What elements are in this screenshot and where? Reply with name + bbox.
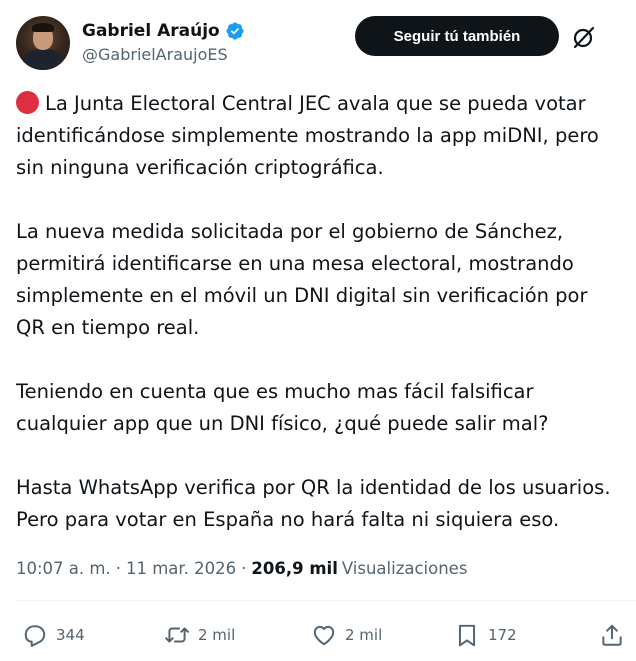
like-button[interactable]: 2 mil	[311, 618, 382, 652]
tweet-line: Teniendo en cuenta que es mucho mas fáci…	[16, 380, 534, 403]
repost-icon	[165, 627, 189, 643]
repost-count: 2 mil	[198, 626, 236, 644]
bookmark-count: 172	[488, 626, 517, 644]
tweet-line: La nueva medida solicitada por el gobier…	[16, 220, 564, 243]
author-display-name[interactable]: Gabriel Araújo	[82, 21, 220, 41]
tweet-date[interactable]: 11 mar. 2026	[126, 559, 236, 578]
tweet-line: La Junta Electoral Central JEC avala que…	[16, 88, 632, 120]
reply-button[interactable]: 344	[22, 618, 85, 652]
share-icon	[602, 624, 622, 646]
reply-icon	[24, 625, 46, 647]
tweet-line: permitirá identificarse en una mesa elec…	[16, 252, 574, 275]
bookmark-button[interactable]: 172	[454, 618, 517, 652]
grok-icon[interactable]	[571, 24, 597, 50]
red-circle-icon	[16, 91, 39, 114]
reply-count: 344	[56, 626, 85, 644]
tweet-line: QR en tiempo real.	[16, 316, 200, 339]
repost-button[interactable]: 2 mil	[164, 618, 235, 652]
like-count: 2 mil	[345, 626, 383, 644]
heart-icon	[313, 625, 335, 646]
tweet-text: La Junta Electoral Central JEC avala que…	[16, 88, 632, 536]
views-label: Visualizaciones	[341, 558, 468, 578]
share-button[interactable]	[599, 618, 625, 652]
tweet-meta: 10:07 a. m. · 11 mar. 2026 · 206,9 mil V…	[16, 556, 467, 580]
tweet-header: Gabriel Araújo @GabrielAraujoES Seguir t…	[16, 16, 628, 72]
follow-button[interactable]: Seguir tú también	[355, 16, 559, 56]
tweet-line: identificándose simplemente mostrando la…	[16, 124, 599, 147]
bookmark-icon	[458, 624, 476, 647]
tweet-time[interactable]: 10:07 a. m.	[16, 559, 111, 578]
author-block: Gabriel Araújo @GabrielAraujoES	[82, 19, 245, 64]
meta-separator: ·	[241, 558, 247, 578]
tweet-line: cualquier app que un DNI físico, ¿qué pu…	[16, 412, 549, 435]
author-handle[interactable]: @GabrielAraujoES	[82, 45, 245, 64]
tweet-line: simplemente en el móvil un DNI digital s…	[16, 284, 588, 307]
tweet-line: Pero para votar en España no hará falta …	[16, 508, 560, 531]
tweet-line: sin ninguna verificación criptográfica.	[16, 156, 384, 179]
tweet-line: Hasta WhatsApp verifica por QR la identi…	[16, 476, 611, 499]
views-count: 206,9 mil	[251, 558, 338, 578]
verified-badge-icon	[226, 22, 244, 40]
divider	[16, 600, 636, 601]
meta-separator: ·	[115, 558, 121, 578]
avatar[interactable]	[16, 16, 70, 70]
action-bar: 344 2 mil 2 mil 172	[0, 618, 636, 652]
